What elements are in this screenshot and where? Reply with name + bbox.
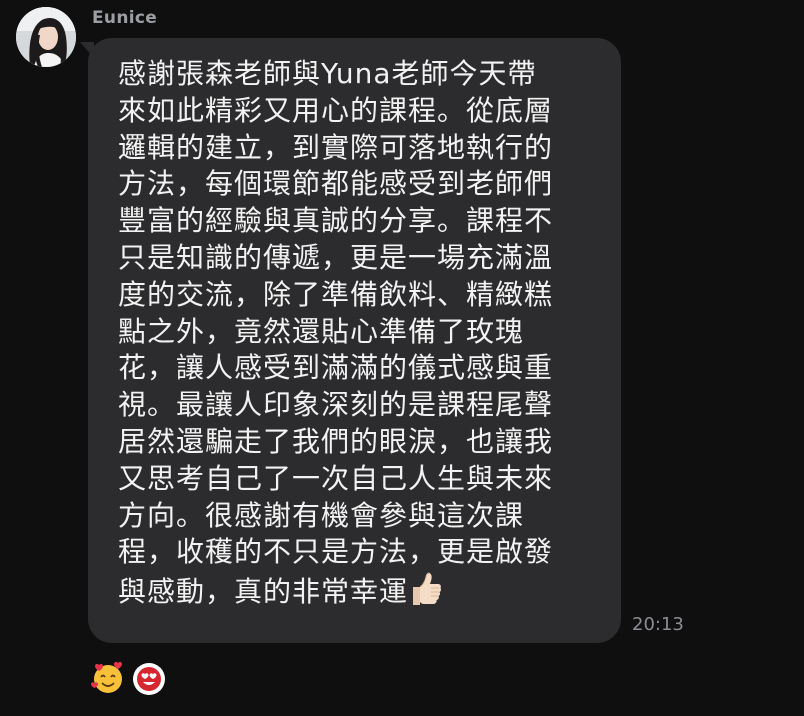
message-line: 感謝張森老師與Yuna老師今天帶 (118, 57, 537, 90)
avatar[interactable] (16, 7, 76, 67)
message-line: 度的交流，除了準備飲料、精緻糕 (118, 277, 554, 311)
message-line: 點之外，竟然還貼心準備了玫瑰 (118, 314, 525, 348)
message-line: 視。最讓人印象深刻的是課程尾聲 (118, 388, 554, 422)
message-line: 來如此精彩又用心的課程。從底層 (118, 93, 554, 127)
message-line: 只是知識的傳遞，更是一場充滿溫 (118, 240, 554, 274)
message-timestamp: 20:13 (632, 614, 684, 635)
message-line-text: 與感動，真的非常幸運 (118, 575, 409, 609)
message-line: 豐富的經驗與真誠的分享。課程不 (118, 204, 554, 238)
message-line: 方法，每個環節都能感受到老師們 (118, 167, 554, 201)
message-line: 邏輯的建立，到實際可落地執行的 (118, 130, 554, 164)
heart-eyes-face-icon[interactable] (132, 662, 166, 700)
message-line: 又思考自己了一次自己人生與未來 (118, 461, 554, 495)
thumbs-up-icon (413, 572, 442, 606)
profile-photo-icon (16, 7, 76, 67)
message-bubble[interactable]: 感謝張森老師與Yuna老師今天帶 來如此精彩又用心的課程。從底層 邏輯的建立，到… (88, 38, 621, 643)
message-line-last: 與感動，真的非常幸運 (118, 571, 599, 611)
message-line: 花，讓人感受到滿滿的儀式感與重 (118, 351, 554, 385)
chat-screen: Eunice 感謝張森老師與Yuna老師今天帶 來如此精彩又用心的課程。從底層 … (0, 0, 804, 716)
sender-name: Eunice (92, 8, 158, 28)
message-line: 居然還騙走了我們的眼淚，也讓我 (118, 424, 554, 458)
message-line: 方向。很感謝有機會參與這次課 (118, 498, 525, 532)
message-line: 程，收穫的不只是方法，更是啟發 (118, 535, 554, 569)
smiling-face-with-hearts-icon[interactable] (90, 660, 126, 700)
